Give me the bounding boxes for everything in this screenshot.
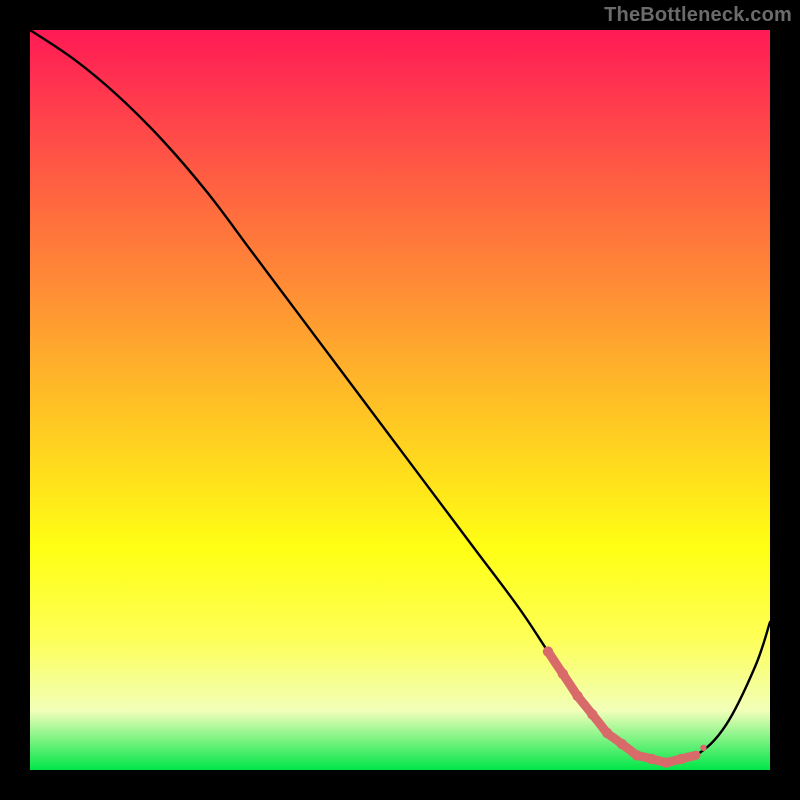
accent-dot [587,709,597,719]
chart-stage: TheBottleneck.com [0,0,800,800]
accent-dot [572,691,582,701]
accent-dot [617,739,627,749]
curve-layer [30,30,770,770]
accent-dot [558,669,568,679]
accent-dot [646,754,656,764]
accent-dot [632,750,642,760]
accent-dot [676,754,686,764]
accent-dot [693,752,699,758]
accent-dot [700,745,706,751]
accent-dot [543,646,553,656]
plot-area [30,30,770,770]
watermark-text: TheBottleneck.com [604,4,792,27]
accent-dot [661,757,671,767]
bottleneck-curve-path [30,30,770,763]
accent-dot [602,728,612,738]
